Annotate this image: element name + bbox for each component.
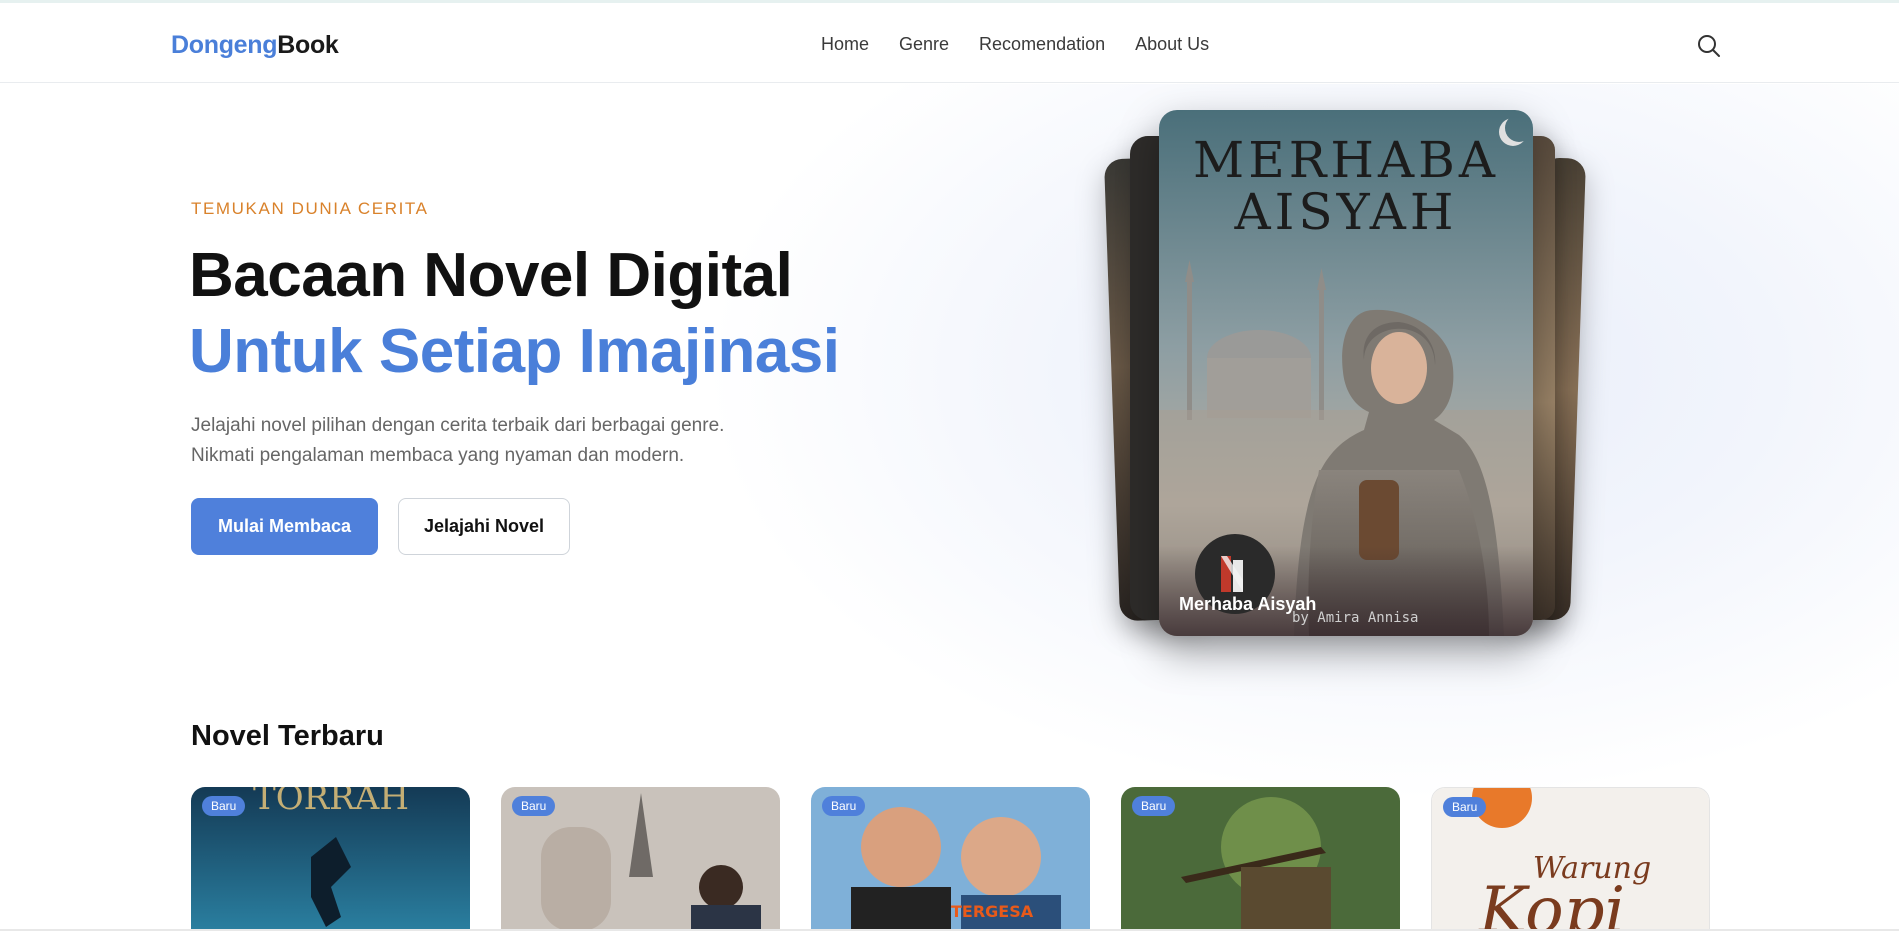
- new-badge: Baru: [1132, 796, 1176, 816]
- hero-title-line1: Bacaan Novel Digital: [189, 241, 793, 310]
- nav-home[interactable]: Home: [821, 34, 869, 55]
- brand-logo[interactable]: DongengBook: [171, 31, 339, 60]
- novel-card[interactable]: Warung Kopi Baru: [1431, 787, 1710, 931]
- new-badge: Baru: [1443, 797, 1487, 817]
- novel-card[interactable]: Baru: [1121, 787, 1400, 931]
- crescent-moon-icon: [1505, 114, 1533, 142]
- featured-book-cover[interactable]: MERHABA AISYAH Merhaba Aisyah by Amira A…: [1159, 110, 1533, 636]
- cover-title: MERHABA AISYAH: [1159, 134, 1533, 238]
- nav-recomendation[interactable]: Recomendation: [979, 34, 1105, 55]
- nav-genre[interactable]: Genre: [899, 34, 949, 55]
- novel-card[interactable]: TORRAH Baru: [191, 787, 470, 931]
- featured-book-author: by Amira Annisa: [1292, 610, 1419, 626]
- svg-text:TORRAH: TORRAH: [253, 787, 409, 818]
- navbar: DongengBook Home Genre Recomendation Abo…: [0, 3, 1899, 83]
- nav-about-us[interactable]: About Us: [1135, 34, 1209, 55]
- latest-novels-title: Novel Terbaru: [191, 720, 384, 752]
- new-badge: Baru: [202, 796, 246, 816]
- new-badge: Baru: [822, 796, 866, 816]
- novel-card[interactable]: Baru: [501, 787, 780, 931]
- new-badge: Baru: [512, 796, 556, 816]
- hero-title-line2: Untuk Setiap Imajinasi: [189, 317, 840, 386]
- cover-title-line1: MERHABA: [1193, 131, 1499, 189]
- hero-description-line2: Nikmati pengalaman membaca yang nyaman d…: [191, 445, 685, 466]
- cover-title-line2: AISYAH: [1234, 183, 1458, 241]
- start-reading-button[interactable]: Mulai Membaca: [191, 498, 378, 555]
- explore-novels-button[interactable]: Jelajahi Novel: [398, 498, 570, 555]
- hero-eyebrow: TEMUKAN DUNIA CERITA: [191, 199, 429, 218]
- brand-part2: Book: [277, 31, 339, 59]
- svg-text:Kopi: Kopi: [1478, 874, 1625, 931]
- svg-text:TERGESA: TERGESA: [951, 902, 1034, 921]
- main-nav: Home Genre Recomendation About Us: [821, 34, 1209, 55]
- brand-part1: Dongeng: [171, 31, 278, 59]
- search-icon[interactable]: [1696, 33, 1722, 59]
- hero-description-line1: Jelajahi novel pilihan dengan cerita ter…: [191, 415, 725, 436]
- novel-card[interactable]: TERGESA Baru: [811, 787, 1090, 931]
- hero-description: Jelajahi novel pilihan dengan cerita ter…: [191, 411, 831, 471]
